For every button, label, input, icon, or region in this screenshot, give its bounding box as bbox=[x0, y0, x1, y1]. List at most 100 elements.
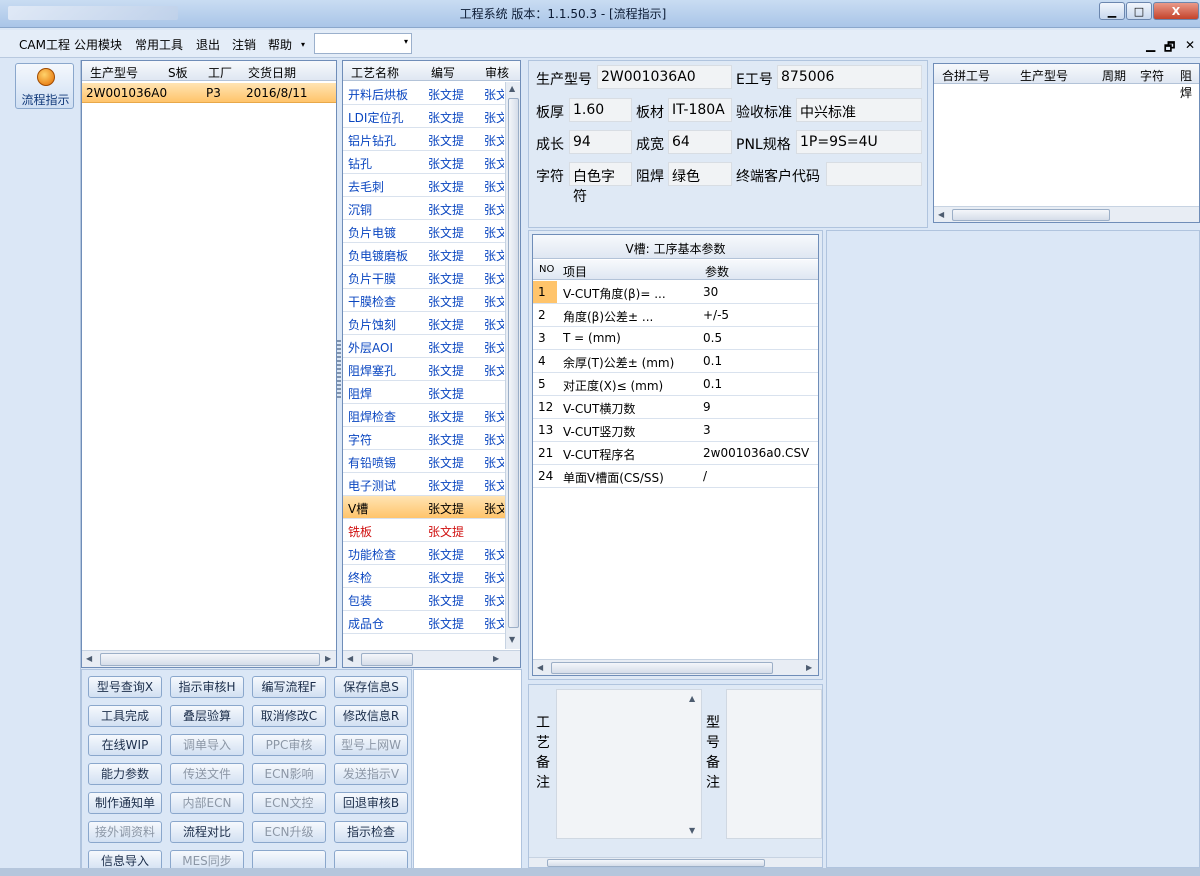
down-arrow-icon[interactable]: ▼ bbox=[689, 826, 695, 835]
left-arrow-icon[interactable]: ◀ bbox=[347, 654, 353, 663]
col-merge-mask[interactable]: 阻焊 bbox=[1180, 67, 1199, 101]
table-row[interactable]: 阻焊检查 张文提 张文 bbox=[343, 404, 505, 427]
col-merge-cycle[interactable]: 周期 bbox=[1102, 67, 1126, 84]
action-button-2-3[interactable]: 型号上网W bbox=[334, 734, 408, 756]
table-row[interactable]: 铝片钻孔 张文提 张文 bbox=[343, 128, 505, 151]
process-remark-field[interactable]: ▲ ▼ bbox=[556, 689, 702, 839]
table-row[interactable]: 2W001036A0 P3 2016/8/11 bbox=[82, 83, 336, 103]
left-arrow-icon[interactable]: ◀ bbox=[86, 654, 92, 663]
table-row[interactable]: LDI定位孔 张文提 张文 bbox=[343, 105, 505, 128]
table-row[interactable]: 铣板 张文提 bbox=[343, 519, 505, 542]
action-button-4-0[interactable]: 制作通知单 bbox=[88, 792, 162, 814]
action-button-1-2[interactable]: 取消修改C bbox=[252, 705, 326, 727]
action-button-2-0[interactable]: 在线WIP bbox=[88, 734, 162, 756]
orders-hscroll[interactable]: ◀ ▶ bbox=[82, 650, 336, 667]
table-row[interactable]: 1 V-CUT角度(β)= ... 30 bbox=[533, 281, 818, 304]
minimize-button[interactable]: ▁ bbox=[1099, 2, 1125, 20]
params-hscroll[interactable]: ◀ ▶ bbox=[533, 659, 818, 675]
table-row[interactable]: 阻焊 张文提 bbox=[343, 381, 505, 404]
table-row[interactable]: 3 T = (mm) 0.5 bbox=[533, 327, 818, 350]
merge-hscroll[interactable]: ◀ bbox=[934, 206, 1199, 222]
col-factory[interactable]: 工厂 bbox=[208, 64, 232, 81]
table-row[interactable]: 成品仓 张文提 张文 bbox=[343, 611, 505, 634]
action-button-0-3[interactable]: 保存信息S bbox=[334, 676, 408, 698]
table-row[interactable]: 4 余厚(T)公差± (mm) 0.1 bbox=[533, 350, 818, 373]
down-arrow-icon[interactable]: ▼ bbox=[509, 635, 515, 644]
action-button-3-1[interactable]: 传送文件 bbox=[170, 763, 244, 785]
menu-tools[interactable]: 常用工具 bbox=[135, 36, 183, 53]
table-row[interactable]: 有铅喷锡 张文提 张文 bbox=[343, 450, 505, 473]
value-mask[interactable]: 绿色 bbox=[668, 162, 732, 186]
col-model[interactable]: 生产型号 bbox=[90, 64, 138, 81]
action-button-4-3[interactable]: 回退审核B bbox=[334, 792, 408, 814]
action-button-0-1[interactable]: 指示审核H bbox=[170, 676, 244, 698]
action-button-3-2[interactable]: ECN影响 bbox=[252, 763, 326, 785]
table-row[interactable]: 沉铜 张文提 张文 bbox=[343, 197, 505, 220]
table-row[interactable]: 负片干膜 张文提 张文 bbox=[343, 266, 505, 289]
menu-help[interactable]: 帮助 bbox=[268, 36, 292, 53]
remarks-hscroll[interactable] bbox=[529, 857, 822, 867]
menu-exit[interactable]: 退出 bbox=[196, 36, 220, 53]
col-item[interactable]: 项目 bbox=[563, 263, 587, 280]
action-button-2-2[interactable]: PPC审核 bbox=[252, 734, 326, 756]
table-row[interactable]: 2 角度(β)公差± ... +/-5 bbox=[533, 304, 818, 327]
action-button-1-3[interactable]: 修改信息R bbox=[334, 705, 408, 727]
table-row[interactable]: 终检 张文提 张文 bbox=[343, 565, 505, 588]
value-customer[interactable] bbox=[826, 162, 922, 186]
col-merge-model[interactable]: 生产型号 bbox=[1020, 67, 1068, 84]
action-button-5-2[interactable]: ECN升级 bbox=[252, 821, 326, 843]
table-row[interactable]: 负片蚀刻 张文提 张文 bbox=[343, 312, 505, 335]
table-row[interactable]: 负电镀磨板 张文提 张文 bbox=[343, 243, 505, 266]
right-arrow-icon[interactable]: ▶ bbox=[325, 654, 331, 663]
col-date[interactable]: 交货日期 bbox=[248, 64, 296, 81]
scroll-thumb[interactable] bbox=[100, 653, 320, 666]
col-no[interactable]: NO bbox=[539, 264, 554, 275]
right-arrow-icon[interactable]: ▶ bbox=[493, 654, 499, 663]
right-arrow-icon[interactable]: ▶ bbox=[806, 663, 812, 672]
action-button-0-0[interactable]: 型号查询X bbox=[88, 676, 162, 698]
action-button-5-3[interactable]: 指示检查 bbox=[334, 821, 408, 843]
col-merge-no[interactable]: 合拼工号 bbox=[942, 67, 990, 84]
table-row[interactable]: 电子测试 张文提 张文 bbox=[343, 473, 505, 496]
value-model[interactable]: 2W001036A0 bbox=[597, 65, 732, 89]
scroll-thumb[interactable] bbox=[551, 662, 773, 674]
action-button-2-1[interactable]: 调单导入 bbox=[170, 734, 244, 756]
action-button-1-1[interactable]: 叠层验算 bbox=[170, 705, 244, 727]
action-button-5-1[interactable]: 流程对比 bbox=[170, 821, 244, 843]
table-row[interactable]: 24 单面V槽面(CS/SS) / bbox=[533, 465, 818, 488]
table-row[interactable]: 13 V-CUT竖刀数 3 bbox=[533, 419, 818, 442]
up-arrow-icon[interactable]: ▲ bbox=[509, 84, 515, 93]
table-row[interactable]: V槽 张文提 张文 bbox=[343, 496, 505, 519]
value-character[interactable]: 白色字符 bbox=[569, 162, 632, 205]
table-row[interactable]: 21 V-CUT程序名 2w001036a0.CSV bbox=[533, 442, 818, 465]
value-eno[interactable]: 875006 bbox=[777, 65, 922, 89]
value-length[interactable]: 94 bbox=[569, 130, 632, 154]
model-remark-field[interactable] bbox=[726, 689, 822, 839]
col-s[interactable]: S板 bbox=[168, 64, 188, 81]
table-row[interactable]: 5 对正度(X)≤ (mm) 0.1 bbox=[533, 373, 818, 396]
left-arrow-icon[interactable]: ◀ bbox=[537, 663, 543, 672]
menu-combo[interactable]: ▾ bbox=[314, 33, 412, 54]
action-button-4-2[interactable]: ECN文控 bbox=[252, 792, 326, 814]
maximize-button[interactable]: □ bbox=[1126, 2, 1152, 20]
process-vscroll[interactable]: ▲ ▼ bbox=[505, 82, 520, 649]
scroll-thumb[interactable] bbox=[508, 98, 519, 628]
table-row[interactable]: 阻焊塞孔 张文提 张文 bbox=[343, 358, 505, 381]
col-writer[interactable]: 编写 bbox=[431, 64, 455, 81]
col-reviewer[interactable]: 审核 bbox=[485, 64, 509, 81]
value-material[interactable]: IT-180A bbox=[668, 98, 732, 122]
col-process[interactable]: 工艺名称 bbox=[351, 64, 399, 81]
splitter-grip[interactable] bbox=[337, 340, 341, 400]
scroll-thumb[interactable] bbox=[952, 209, 1110, 221]
action-button-0-2[interactable]: 编写流程F bbox=[252, 676, 326, 698]
table-row[interactable]: 负片电镀 张文提 张文 bbox=[343, 220, 505, 243]
value-width[interactable]: 64 bbox=[668, 130, 732, 154]
action-button-4-1[interactable]: 内部ECN bbox=[170, 792, 244, 814]
action-button-5-0[interactable]: 接外调资料 bbox=[88, 821, 162, 843]
col-merge-char[interactable]: 字符 bbox=[1140, 67, 1164, 84]
scroll-thumb[interactable] bbox=[361, 653, 413, 666]
menu-logout[interactable]: 注销 bbox=[232, 36, 256, 53]
value-thickness[interactable]: 1.60 bbox=[569, 98, 632, 122]
value-pnl[interactable]: 1P=9S=4U bbox=[796, 130, 922, 154]
table-row[interactable]: 去毛刺 张文提 张文 bbox=[343, 174, 505, 197]
